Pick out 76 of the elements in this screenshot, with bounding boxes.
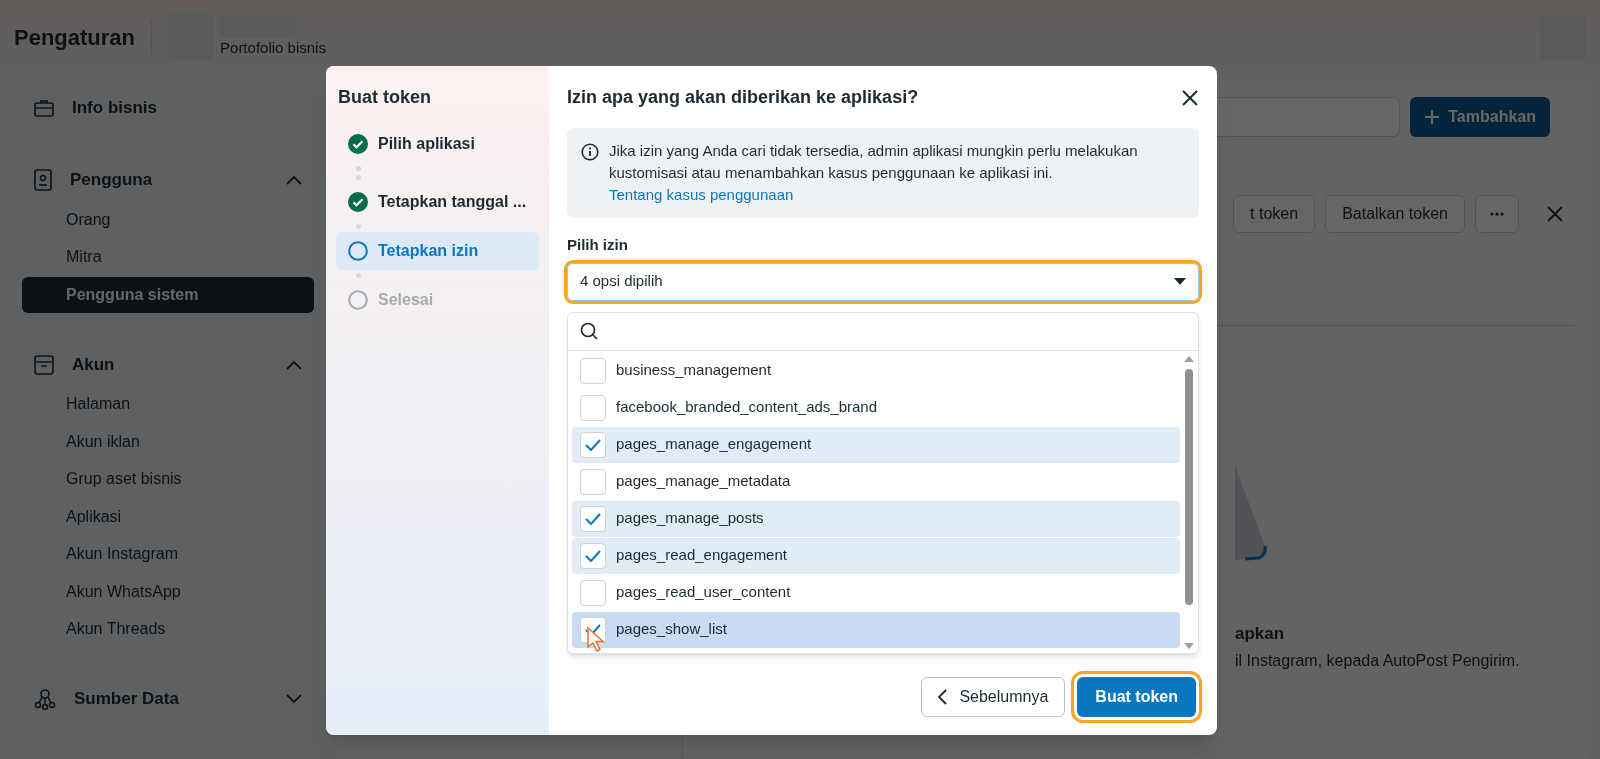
checkbox[interactable] xyxy=(580,431,606,458)
step-item: Tetapkan tanggal ... xyxy=(336,183,539,221)
archive-icon xyxy=(34,354,54,375)
option-row[interactable]: business_management xyxy=(572,352,1180,389)
sidebar-item[interactable]: Akun iklan xyxy=(22,423,314,460)
option-label: facebook_branded_content_ads_brand xyxy=(616,397,878,418)
check-circle-icon xyxy=(348,134,368,154)
check-icon xyxy=(585,549,601,562)
option-row[interactable]: pages_read_user_content xyxy=(572,574,1180,611)
option-label: pages_show_list xyxy=(616,619,727,640)
checkbox[interactable] xyxy=(580,505,606,532)
dialog-title: Izin apa yang akan diberikan ke aplikasi? xyxy=(567,86,919,109)
portfolio-label: Portofolio bisnis xyxy=(220,38,326,58)
back-button[interactable]: Sebelumnya xyxy=(921,677,1066,717)
sidebar-item[interactable]: Orang xyxy=(22,201,314,238)
permission-select[interactable]: 4 opsi dipilih xyxy=(567,262,1199,301)
section-header[interactable]: Sumber Data xyxy=(22,679,314,719)
more-icon xyxy=(1490,212,1504,216)
step-item: Selesai xyxy=(336,281,539,319)
step-item: Pilih aplikasi xyxy=(336,125,539,163)
checkbox[interactable] xyxy=(580,579,606,606)
check-icon xyxy=(585,623,601,636)
option-row[interactable]: pages_manage_metadata xyxy=(572,463,1180,500)
sidebar-item[interactable]: Akun WhatsApp xyxy=(22,573,314,610)
briefcase-icon xyxy=(34,99,54,117)
info-text: Jika izin yang Anda cari tidak tersedia, admin aplikasi mungkin perlu melakukan kustomisasi atau menambahkan kasus penggunaan ke aplikasi ini. xyxy=(609,141,1139,183)
section-header[interactable]: Akun xyxy=(22,344,314,385)
sidebar-item[interactable]: Mitra xyxy=(22,239,314,275)
sidebar-item[interactable]: Halaman xyxy=(22,386,314,422)
option-label: pages_manage_posts xyxy=(616,508,764,529)
info-icon xyxy=(581,143,599,161)
chevron-left-icon xyxy=(938,689,948,705)
option-row[interactable]: pages_manage_engagement xyxy=(572,426,1180,463)
learn-more-link[interactable]: Tentang kasus penggunaan xyxy=(609,184,794,206)
add-button[interactable]: Tambahkan xyxy=(1410,97,1550,137)
sidebar-item[interactable]: Akun Threads xyxy=(22,611,314,647)
sidebar-item[interactable]: Pengguna sistem xyxy=(22,276,314,313)
step-item: Tetapkan izin xyxy=(336,232,539,270)
section-header[interactable]: Pengguna xyxy=(22,160,314,200)
check-icon xyxy=(585,438,601,451)
option-row[interactable]: pages_manage_posts xyxy=(572,500,1180,537)
field-label: Pilih izin xyxy=(567,235,629,255)
sidebar-item[interactable]: Akun Instagram xyxy=(22,536,314,572)
token-button[interactable]: t token xyxy=(1233,195,1316,233)
close-icon[interactable] xyxy=(1181,88,1199,107)
plus-icon xyxy=(1424,109,1441,125)
dropdown-arrow-icon xyxy=(1174,277,1186,286)
sidebar-item[interactable]: Aplikasi xyxy=(22,498,314,535)
dialog-sidebar-title: Buat token xyxy=(337,86,432,109)
empty-state-title: apkan xyxy=(1235,623,1286,645)
search-icon xyxy=(580,322,598,340)
option-row[interactable]: pages_read_engagement xyxy=(572,537,1180,574)
empty-state-description: il Instagram, kepada AutoPost Pengirim. xyxy=(1235,650,1521,671)
option-label: pages_read_engagement xyxy=(616,545,787,566)
option-label: pages_manage_metadata xyxy=(616,471,791,492)
option-label: business_management xyxy=(616,360,772,381)
token-button[interactable]: Batalkan token xyxy=(1325,195,1465,233)
sidebar-item[interactable]: Grup aset bisnis xyxy=(22,461,314,497)
network-icon xyxy=(34,688,56,710)
option-label: pages_read_user_content xyxy=(616,582,791,603)
more-button[interactable] xyxy=(1475,195,1519,233)
circle-icon xyxy=(348,241,368,261)
option-label: pages_manage_engagement xyxy=(616,434,812,455)
checkbox[interactable] xyxy=(580,542,606,569)
circle-icon xyxy=(348,290,368,310)
check-icon xyxy=(585,512,601,525)
checkbox[interactable] xyxy=(580,357,606,384)
checkbox[interactable] xyxy=(580,394,606,421)
search-field[interactable] xyxy=(1217,97,1401,137)
check-circle-icon xyxy=(348,192,368,212)
checkbox[interactable] xyxy=(580,468,606,495)
select-value: 4 opsi dipilih xyxy=(580,271,663,292)
id-badge-icon xyxy=(34,169,52,191)
option-row[interactable]: facebook_branded_content_ads_brand xyxy=(572,389,1180,426)
sidebar-item[interactable]: Info bisnis xyxy=(22,88,314,128)
page-title: Pengaturan xyxy=(14,23,136,52)
